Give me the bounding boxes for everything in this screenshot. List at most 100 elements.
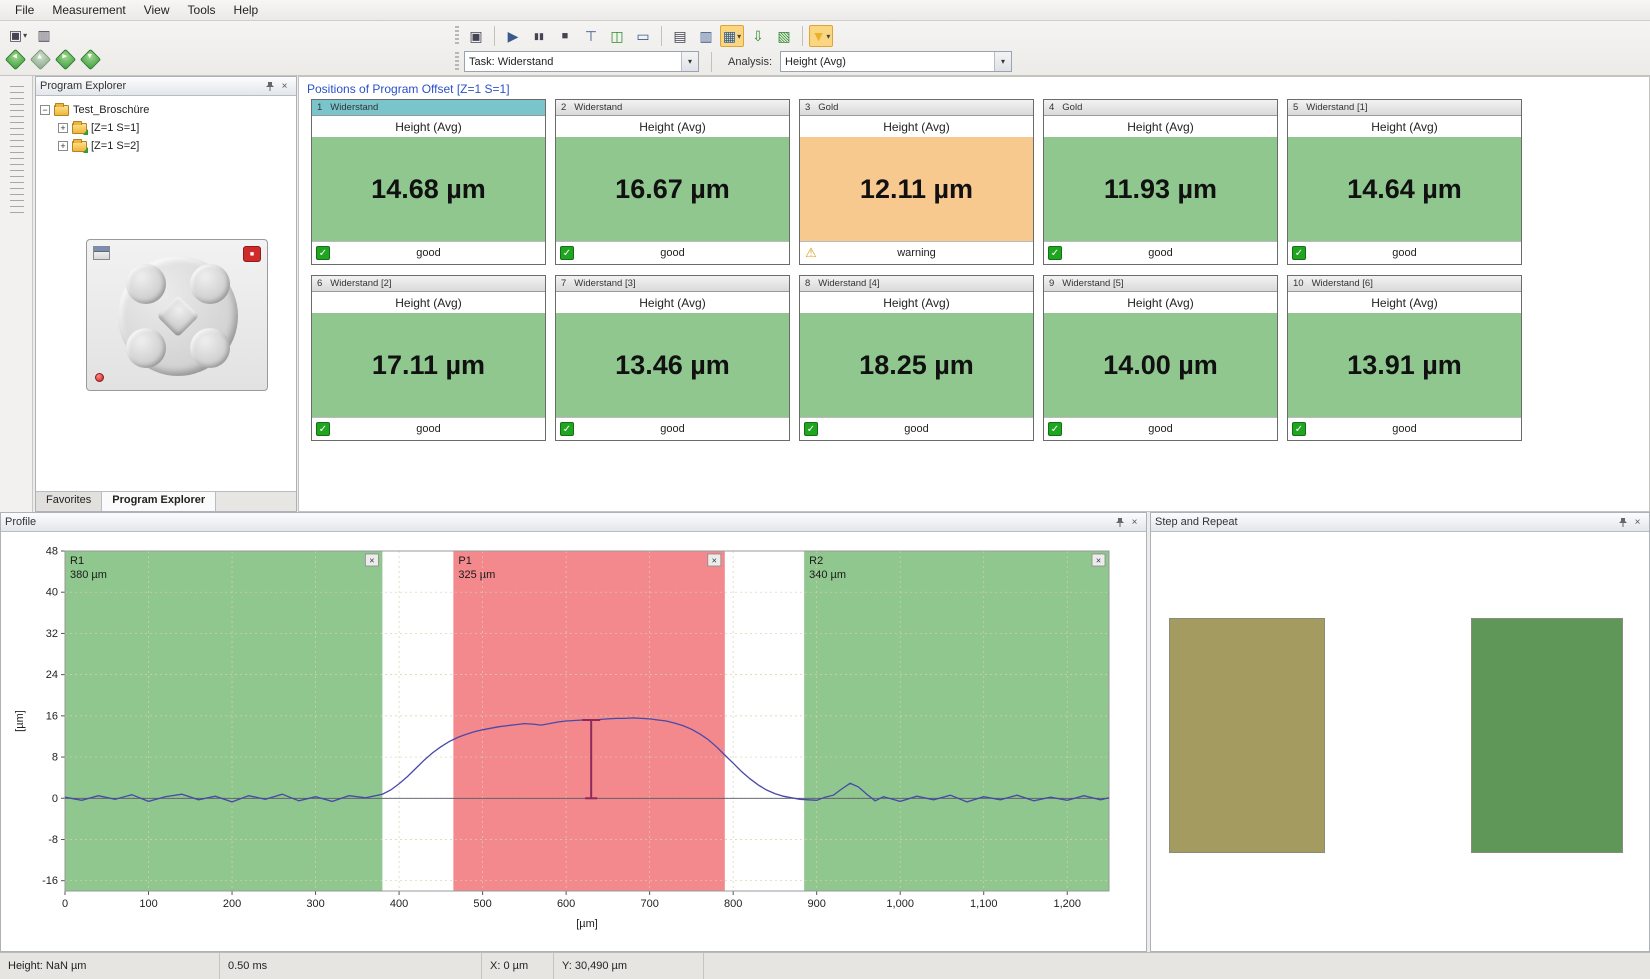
acquire-icon[interactable]: ◫	[605, 25, 629, 47]
profile-panel-header: Profile ×	[1, 513, 1146, 532]
profile-panel: Profile × R1380 µm×P1325 µm×R2340 µm×484…	[0, 512, 1147, 952]
task-combobox[interactable]: Task: Widerstand ▾	[464, 51, 699, 72]
status-icon: ✓	[1048, 422, 1062, 436]
region-close-icon[interactable]: ×	[1096, 556, 1101, 566]
report-icon[interactable]: ▧	[772, 25, 796, 47]
measurement-tile[interactable]: 8Widerstand [4] Height (Avg) 18.25 µm ✓g…	[799, 275, 1034, 441]
measurement-tile[interactable]: 5Widerstand [1] Height (Avg) 14.64 µm ✓g…	[1287, 99, 1522, 265]
measurement-tile[interactable]: 4Gold Height (Avg) 11.93 µm ✓good	[1043, 99, 1278, 265]
histogram-view-icon[interactable]: ▤	[668, 25, 692, 47]
wafer-pad	[190, 328, 230, 368]
tile-status: ✓good	[312, 417, 545, 440]
tile-status: ✓good	[312, 241, 545, 264]
wafer-preview[interactable]	[118, 256, 238, 376]
nav-previous-button[interactable]: ◂	[5, 49, 26, 70]
duplicate-icon[interactable]: ▣	[464, 25, 488, 47]
tick-label-y: 24	[46, 669, 58, 681]
pin-icon[interactable]	[1615, 515, 1630, 529]
status-icon: ✓	[560, 246, 574, 260]
tab-favorites[interactable]: Favorites	[36, 492, 102, 511]
print-preview-icon[interactable]: ▥	[32, 24, 56, 46]
pin-icon[interactable]	[262, 79, 277, 93]
status-icon: ✓	[316, 422, 330, 436]
toolbar: ▣▾ ▥ ◂ ▴ ▸ ▾ ▣ ▶ ▮▮ ■ ⊤ ◫ ▭ ▤ ▥ ▦▾ ⇩ ▧ ▼…	[0, 21, 1650, 76]
sample-thumbnail-1[interactable]	[1169, 618, 1325, 853]
chevron-down-icon[interactable]: ▾	[681, 52, 698, 71]
probe-icon[interactable]: ⊤	[579, 25, 603, 47]
record-button[interactable]: ■	[243, 246, 261, 262]
analysis-combobox-value: Height (Avg)	[785, 56, 846, 68]
measurement-tile[interactable]: 7Widerstand [3] Height (Avg) 13.46 µm ✓g…	[555, 275, 790, 441]
tile-value: 16.67 µm	[556, 137, 789, 241]
tile-header: 6Widerstand [2]	[312, 276, 545, 292]
program-icon	[72, 123, 87, 134]
screen-icon[interactable]: ▭	[631, 25, 655, 47]
tick-label-y: 8	[52, 752, 58, 764]
ruler-ticks	[10, 86, 24, 216]
panel-title: Program Explorer	[40, 80, 126, 92]
export-icon[interactable]: ⇩	[746, 25, 770, 47]
tile-status: ⚠warning	[800, 241, 1033, 264]
tick-label-y: -16	[42, 875, 58, 887]
status-y: Y: 30,490 µm	[554, 953, 704, 979]
start-measurement-icon[interactable]: ▶	[501, 25, 525, 47]
toolbar-drag-handle[interactable]	[455, 26, 459, 46]
close-icon[interactable]: ×	[1630, 515, 1645, 529]
menu-tools[interactable]: Tools	[179, 1, 225, 19]
tick-label-x: 0	[62, 898, 68, 910]
status-bar: Height: NaN µm 0.50 ms X: 0 µm Y: 30,490…	[0, 952, 1650, 979]
region-r1[interactable]	[65, 551, 382, 891]
chevron-down-icon[interactable]: ▾	[994, 52, 1011, 71]
region-p1[interactable]	[453, 551, 724, 891]
measurement-tile[interactable]: 3Gold Height (Avg) 12.11 µm ⚠warning	[799, 99, 1034, 265]
nav-up-button[interactable]: ▴	[30, 49, 51, 70]
tree-node-root[interactable]: − Test_Broschüre	[40, 101, 292, 119]
monitor-view-icon[interactable]: ▥	[694, 25, 718, 47]
pause-icon[interactable]: ▮▮	[527, 25, 551, 47]
tick-label-x: 500	[473, 898, 491, 910]
nav-down-button[interactable]: ▾	[80, 49, 101, 70]
menu-view[interactable]: View	[135, 1, 179, 19]
tab-program-explorer[interactable]: Program Explorer	[102, 492, 216, 511]
window-icon[interactable]	[93, 246, 110, 260]
measurement-tile[interactable]: 1Widerstand Height (Avg) 14.68 µm ✓good	[311, 99, 546, 265]
expander-icon[interactable]: −	[40, 105, 50, 115]
measurement-tile[interactable]: 9Widerstand [5] Height (Avg) 14.00 µm ✓g…	[1043, 275, 1278, 441]
region-close-icon[interactable]: ×	[712, 556, 717, 566]
measurement-tile[interactable]: 6Widerstand [2] Height (Avg) 17.11 µm ✓g…	[311, 275, 546, 441]
tile-metric: Height (Avg)	[312, 116, 545, 137]
sample-thumbnail-2[interactable]	[1471, 618, 1623, 853]
measurement-tile[interactable]: 2Widerstand Height (Avg) 16.67 µm ✓good	[555, 99, 790, 265]
tree-node-z1s2[interactable]: + [Z=1 S=2]	[40, 137, 292, 155]
profile-chart[interactable]: R1380 µm×P1325 µm×R2340 µm×484032241680-…	[9, 539, 1129, 939]
printer-icon[interactable]: ▣▾	[6, 24, 30, 46]
expander-icon[interactable]: +	[58, 141, 68, 151]
grid-view-icon[interactable]: ▦▾	[720, 25, 744, 47]
wafer-pad	[190, 264, 230, 304]
tile-value: 18.25 µm	[800, 313, 1033, 417]
menu-file[interactable]: File	[6, 1, 43, 19]
nav-next-button[interactable]: ▸	[55, 49, 76, 70]
wafer-navigator[interactable]: ■	[86, 239, 268, 391]
region-r2[interactable]	[804, 551, 1109, 891]
stop-icon[interactable]: ■	[553, 25, 577, 47]
region-label: R2	[809, 555, 823, 567]
close-icon[interactable]: ×	[277, 79, 292, 93]
printer-dropdown-icon[interactable]: ▾	[23, 31, 27, 40]
analysis-combobox[interactable]: Height (Avg) ▾	[780, 51, 1012, 72]
close-icon[interactable]: ×	[1127, 515, 1142, 529]
tile-header: 3Gold	[800, 100, 1033, 116]
region-close-icon[interactable]: ×	[369, 556, 374, 566]
status-icon: ✓	[560, 422, 574, 436]
y-axis-label: [µm]	[14, 710, 26, 732]
pin-icon[interactable]	[1112, 515, 1127, 529]
measurement-tile[interactable]: 10Widerstand [6] Height (Avg) 13.91 µm ✓…	[1287, 275, 1522, 441]
tick-label-x: 1,200	[1053, 898, 1081, 910]
tree-node-z1s1[interactable]: + [Z=1 S=1]	[40, 119, 292, 137]
menu-help[interactable]: Help	[225, 1, 268, 19]
expander-icon[interactable]: +	[58, 123, 68, 133]
toolbar-drag-handle[interactable]	[455, 52, 459, 72]
menu-measurement[interactable]: Measurement	[43, 1, 134, 19]
filter-icon[interactable]: ▼▾	[809, 25, 833, 47]
region-label: P1	[458, 555, 471, 567]
